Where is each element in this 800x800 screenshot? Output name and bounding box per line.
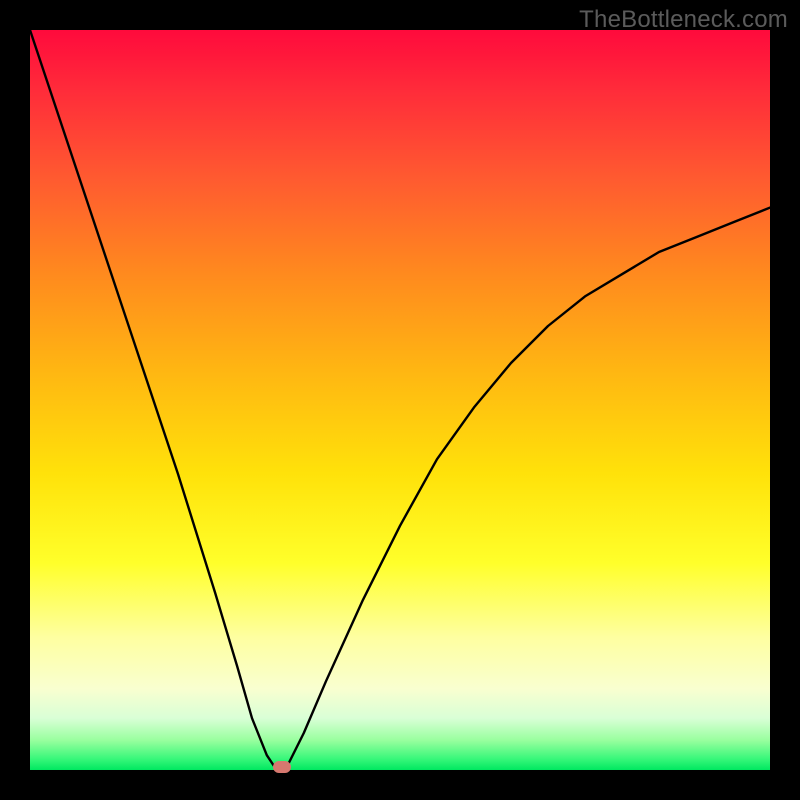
curve-path <box>30 30 770 770</box>
plot-area <box>30 30 770 770</box>
min-marker <box>273 761 291 773</box>
bottleneck-curve <box>30 30 770 770</box>
chart-frame: TheBottleneck.com <box>0 0 800 800</box>
